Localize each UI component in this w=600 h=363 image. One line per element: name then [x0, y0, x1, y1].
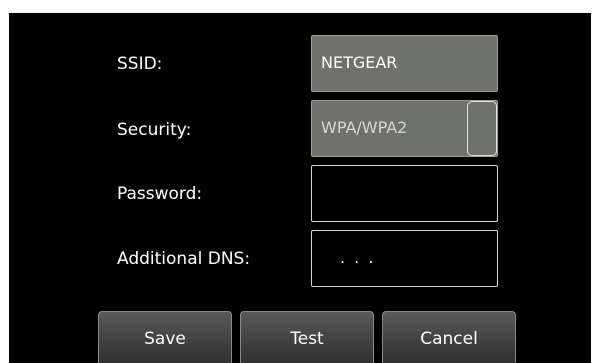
cancel-button[interactable]: Cancel — [382, 311, 516, 363]
dns-field[interactable]: . . . — [311, 230, 498, 287]
test-button[interactable]: Test — [240, 311, 374, 363]
password-field[interactable] — [311, 165, 498, 222]
wifi-settings-screen: SSID: NETGEAR Security: WPA/WPA2 Passwor… — [9, 13, 591, 363]
dns-value: . . . — [340, 248, 376, 267]
ssid-field[interactable]: NETGEAR — [311, 35, 498, 92]
save-button[interactable]: Save — [98, 311, 232, 363]
security-label: Security: — [117, 120, 192, 140]
password-label: Password: — [117, 184, 203, 204]
security-select[interactable]: WPA/WPA2 — [311, 100, 498, 157]
security-value: WPA/WPA2 — [321, 118, 408, 137]
ssid-label: SSID: — [117, 54, 163, 74]
dropdown-handle-button[interactable] — [467, 101, 497, 156]
dns-label: Additional DNS: — [117, 249, 251, 269]
ssid-value: NETGEAR — [321, 53, 398, 72]
